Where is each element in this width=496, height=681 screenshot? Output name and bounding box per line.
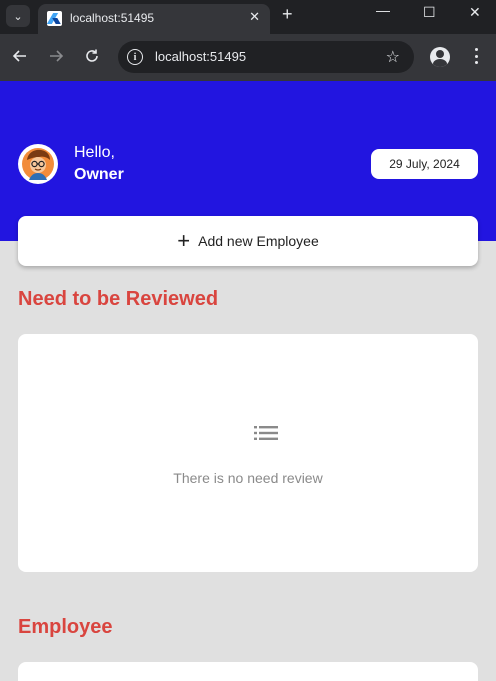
- flutter-favicon-icon: [47, 11, 62, 26]
- star-icon[interactable]: ☆: [386, 47, 400, 66]
- avatar[interactable]: [18, 144, 58, 184]
- review-section-title: Need to be Reviewed: [18, 288, 219, 310]
- review-card: There is no need review: [18, 334, 478, 572]
- plus-icon: +: [177, 228, 191, 253]
- profile-icon[interactable]: [430, 47, 450, 67]
- minimize-icon[interactable]: —: [376, 2, 390, 18]
- kebab-menu-icon[interactable]: [468, 46, 484, 66]
- greeting-hello: Hello,: [74, 144, 115, 161]
- back-button[interactable]: [10, 46, 30, 66]
- avatar-illustration-icon: [22, 148, 54, 180]
- list-icon: [254, 426, 278, 440]
- maximize-icon[interactable]: ☐: [423, 4, 436, 21]
- user-name: Owner: [74, 166, 124, 183]
- date-chip: 29 July, 2024: [371, 149, 478, 179]
- browser-toolbar: i localhost:51495 ☆: [0, 34, 496, 81]
- tab-search-button[interactable]: ⌄: [6, 5, 30, 27]
- new-tab-button[interactable]: +: [282, 4, 293, 25]
- address-bar[interactable]: i localhost:51495 ☆: [118, 41, 414, 73]
- url-text[interactable]: localhost:51495: [155, 49, 246, 64]
- reload-icon: [86, 49, 98, 62]
- employee-section-title: Employee: [18, 616, 113, 638]
- add-employee-label: Add new Employee: [198, 233, 319, 249]
- forward-button[interactable]: [46, 46, 66, 66]
- employee-card: [18, 662, 478, 681]
- chevron-down-icon: ⌄: [13, 9, 23, 23]
- tab-title: localhost:51495: [70, 11, 155, 25]
- window-close-icon[interactable]: ✕: [469, 4, 481, 21]
- greeting: Hello, Owner: [74, 143, 124, 187]
- arrow-left-icon: [12, 50, 26, 62]
- arrow-right-icon: [50, 50, 64, 62]
- close-icon[interactable]: ✕: [249, 10, 260, 26]
- info-icon[interactable]: i: [127, 49, 143, 65]
- empty-review-message: There is no need review: [173, 470, 323, 486]
- add-employee-button[interactable]: + Add new Employee: [18, 216, 478, 266]
- reload-button[interactable]: [82, 46, 102, 66]
- browser-tab-strip: ⌄ localhost:51495 ✕ + — ☐ ✕: [0, 0, 496, 34]
- browser-tab[interactable]: localhost:51495 ✕: [38, 4, 270, 34]
